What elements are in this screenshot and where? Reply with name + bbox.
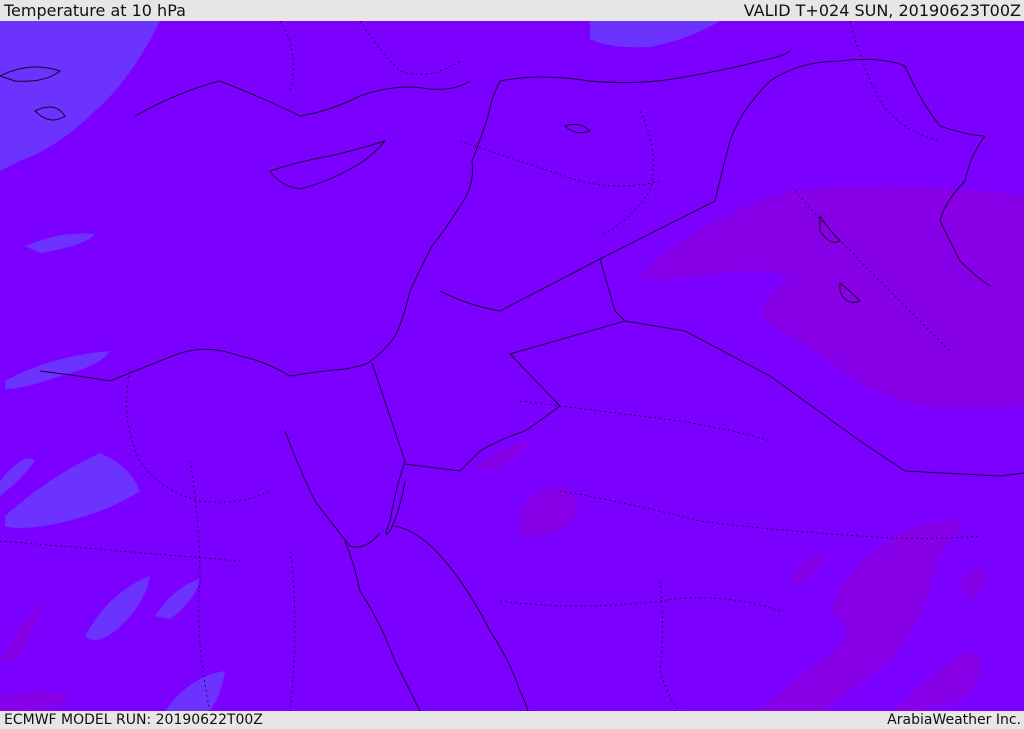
model-run-label: ECMWF MODEL RUN: 20190622T00Z (4, 712, 263, 728)
header-bar: Temperature at 10 hPa VALID T+024 SUN, 2… (0, 0, 1024, 21)
valid-time: VALID T+024 SUN, 20190623T00Z (743, 1, 1021, 20)
credit-label: ArabiaWeather Inc. (887, 712, 1021, 728)
map-title: Temperature at 10 hPa (4, 1, 186, 20)
map-canvas (0, 21, 1024, 711)
footer-bar: ECMWF MODEL RUN: 20190622T00Z ArabiaWeat… (0, 711, 1024, 729)
weather-map[interactable] (0, 21, 1024, 711)
